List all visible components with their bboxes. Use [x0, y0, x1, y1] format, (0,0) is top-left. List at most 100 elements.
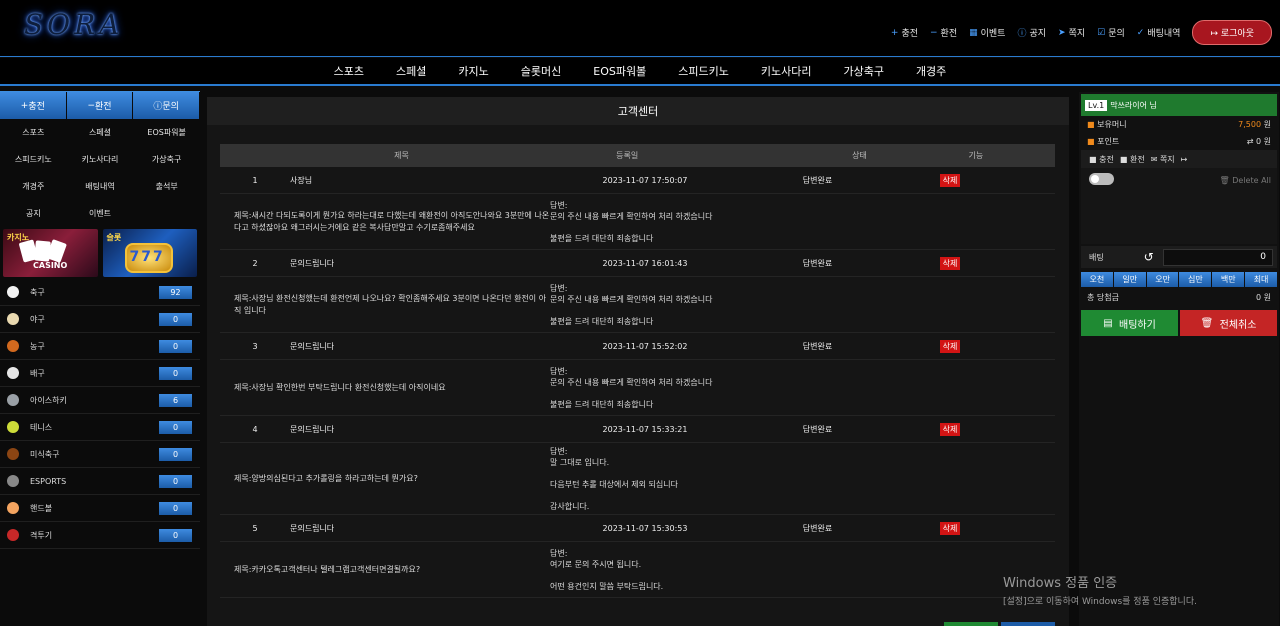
delete-button[interactable]: 삭제 — [939, 173, 961, 187]
main-nav-item[interactable]: 스페셜 — [380, 63, 442, 79]
delete-button[interactable]: 삭제 — [939, 422, 961, 436]
topnav-label: 쪽지 — [1068, 29, 1086, 39]
sport-ball-icon — [7, 421, 19, 433]
left-menu-item[interactable]: 스피드키노 — [0, 146, 67, 173]
sport-ball-icon — [7, 502, 19, 514]
exchange-button[interactable]: ■ 환전 — [1120, 154, 1145, 165]
money-unit: 원 — [1263, 120, 1271, 129]
left-menu-item[interactable]: 공지 — [0, 200, 67, 227]
quick-amount-button[interactable]: 최대 — [1245, 272, 1277, 287]
quick-amount-button[interactable]: 십만 — [1179, 272, 1212, 287]
sport-name: 배구 — [30, 368, 45, 378]
sport-item[interactable]: 야구 0 — [0, 306, 200, 333]
topnav-5[interactable]: ☑ 문의 — [1097, 26, 1125, 40]
answer-text: 답변: 문의 주신 내용 빠르게 확인하여 처리 하겠습니다 불편을 드려 대단히 … — [550, 283, 712, 327]
casino-banner[interactable]: 카지노 CASINO — [3, 229, 98, 277]
sport-item[interactable]: 배구 0 — [0, 360, 200, 387]
charge-button[interactable]: ■ 충전 — [1089, 154, 1114, 165]
topnav-label: 충전 — [901, 29, 918, 39]
table-row[interactable]: 5 문의드립니다 2023-11-07 15:30:53 답변완료 삭제 — [220, 515, 1055, 542]
left-menu-item[interactable]: 배팅내역 — [67, 173, 134, 200]
sport-item[interactable]: 농구 0 — [0, 333, 200, 360]
answer-line: 문의 주신 내용 빠르게 확인하여 처리 하겠습니다 — [550, 294, 713, 304]
topnav-6[interactable]: ✓ 배팅내역 — [1137, 26, 1181, 40]
left-menu-item[interactable]: 스페셜 — [67, 119, 134, 146]
sport-ball-icon — [7, 367, 19, 379]
answer-text: 답변: 여기로 문의 주시면 됩니다. 어떤 용건인지 말씀 부탁드립니다. — [550, 548, 663, 592]
sport-item[interactable]: 축구 92 — [0, 279, 200, 306]
left-tab-0[interactable]: + 충전 — [0, 92, 67, 119]
user-header: Lv.1 막쓰라이어 님 — [1081, 94, 1277, 116]
table-row[interactable]: 4 문의드립니다 2023-11-07 15:33:21 답변완료 삭제 — [220, 416, 1055, 443]
main-nav-item[interactable]: 가상축구 — [827, 63, 899, 79]
slot-banner[interactable]: 슬롯 777 — [102, 229, 197, 277]
cancel-all-button[interactable]: 🗑 전체취소 — [1180, 310, 1277, 336]
logout-icon[interactable]: ↦ — [1181, 155, 1188, 164]
total-win-value: 0 원 — [1256, 293, 1271, 302]
table-row[interactable]: 2 문의드립니다 2023-11-07 16:01:43 답변완료 삭제 — [220, 250, 1055, 277]
windows-activation-watermark: Windows 정품 인증 [설정]으로 이동하여 Windows를 정품 인증… — [1003, 572, 1197, 607]
left-tab-2[interactable]: ⓘ 문의 — [133, 92, 201, 119]
quick-amount-button[interactable]: 백만 — [1212, 272, 1245, 287]
quick-amount-button[interactable]: 일만 — [1113, 272, 1146, 287]
topnav-2[interactable]: ▦ 이벤트 — [969, 26, 1005, 40]
left-menu-item[interactable]: 가상축구 — [133, 146, 200, 173]
exchange-icon[interactable]: ⇄ — [1247, 137, 1254, 146]
sport-item[interactable]: 테니스 0 — [0, 414, 200, 441]
delete-all-button[interactable]: 🗑 Delete All — [1220, 176, 1271, 185]
question-text: 제목:양방의심된다고 추가롤링을 하라고하는데 뭔가요? — [234, 473, 418, 483]
main-nav-item[interactable]: 스피드키노 — [662, 63, 745, 79]
reset-icon[interactable]: ↺ — [1144, 250, 1154, 264]
left-menu-item[interactable]: 키노사다리 — [67, 146, 134, 173]
answer-line — [550, 222, 712, 233]
main-nav-item[interactable]: 카지노 — [442, 63, 504, 79]
casino-banner-text: CASINO — [33, 261, 68, 270]
delete-button[interactable]: 삭제 — [939, 521, 961, 535]
delete-button[interactable]: 삭제 — [939, 339, 961, 353]
quick-amount-button[interactable]: 오만 — [1146, 272, 1179, 287]
row-number: 1 — [252, 175, 258, 185]
left-menu-item[interactable]: 출석부 — [133, 173, 200, 200]
sport-item[interactable]: 아이스하키 6 — [0, 387, 200, 414]
sport-item[interactable]: 핸드볼 0 — [0, 495, 200, 522]
point-label: 포인트 — [1097, 137, 1120, 146]
blue-button-partial[interactable] — [1001, 622, 1055, 626]
quick-amount-button[interactable]: 오천 — [1081, 272, 1113, 287]
topnav-0[interactable]: + 충전 — [891, 26, 918, 40]
slip-toggle[interactable] — [1089, 173, 1114, 185]
answer-line — [550, 305, 712, 316]
place-bet-button[interactable]: ▤ 배팅하기 — [1081, 310, 1178, 336]
left-menu-item[interactable]: EOS파워볼 — [133, 119, 200, 146]
topnav-label: 환전 — [940, 29, 958, 39]
bet-amount-input[interactable]: 0 — [1163, 248, 1273, 266]
left-menu-item[interactable]: 스포츠 — [0, 119, 67, 146]
topnav-1[interactable]: − 환전 — [930, 26, 958, 40]
main-nav-item[interactable]: 키노사다리 — [745, 63, 828, 79]
exchange-label: 환전 — [1129, 154, 1145, 164]
logout-button[interactable]: ↦ 로그아웃 — [1192, 20, 1272, 45]
sport-item[interactable]: 미식축구 0 — [0, 441, 200, 468]
green-button-partial[interactable] — [944, 622, 998, 626]
main-nav-item[interactable]: EOS파워볼 — [577, 63, 662, 79]
sport-item[interactable]: ESPORTS 0 — [0, 468, 200, 495]
customer-center-panel: 고객센터 제목 등록일 상태 기능 1 사장님 2023-11-07 17:50:0… — [207, 97, 1069, 626]
left-tab-1[interactable]: − 환전 — [66, 92, 134, 119]
answer-line: 답변: — [550, 446, 568, 456]
topnav-4[interactable]: ➤ 쪽지 — [1058, 26, 1086, 40]
logout-label: 로그아웃 — [1220, 29, 1254, 39]
message-button[interactable]: ✉ 쪽지 — [1151, 154, 1175, 165]
left-menu-item[interactable]: 이벤트 — [67, 200, 134, 227]
sport-name: 테니스 — [30, 422, 53, 432]
table-row[interactable]: 3 문의드립니다 2023-11-07 15:52:02 답변완료 삭제 — [220, 333, 1055, 360]
delete-button[interactable]: 삭제 — [939, 256, 961, 270]
left-menu-item[interactable]: 개경주 — [0, 173, 67, 200]
sport-item[interactable]: 격투기 0 — [0, 522, 200, 549]
table-row[interactable]: 1 사장님 2023-11-07 17:50:07 답변완료 삭제 — [220, 167, 1055, 194]
site-logo[interactable]: SORA — [24, 8, 123, 41]
main-nav-item[interactable]: 슬롯머신 — [505, 63, 577, 79]
answer-line: 답변: — [550, 283, 568, 293]
topnav-3[interactable]: ⓘ 공지 — [1017, 26, 1046, 39]
answer-line: 감사합니다. — [550, 501, 590, 511]
main-nav-item[interactable]: 스포츠 — [318, 63, 380, 79]
main-nav-item[interactable]: 개경주 — [900, 63, 962, 79]
